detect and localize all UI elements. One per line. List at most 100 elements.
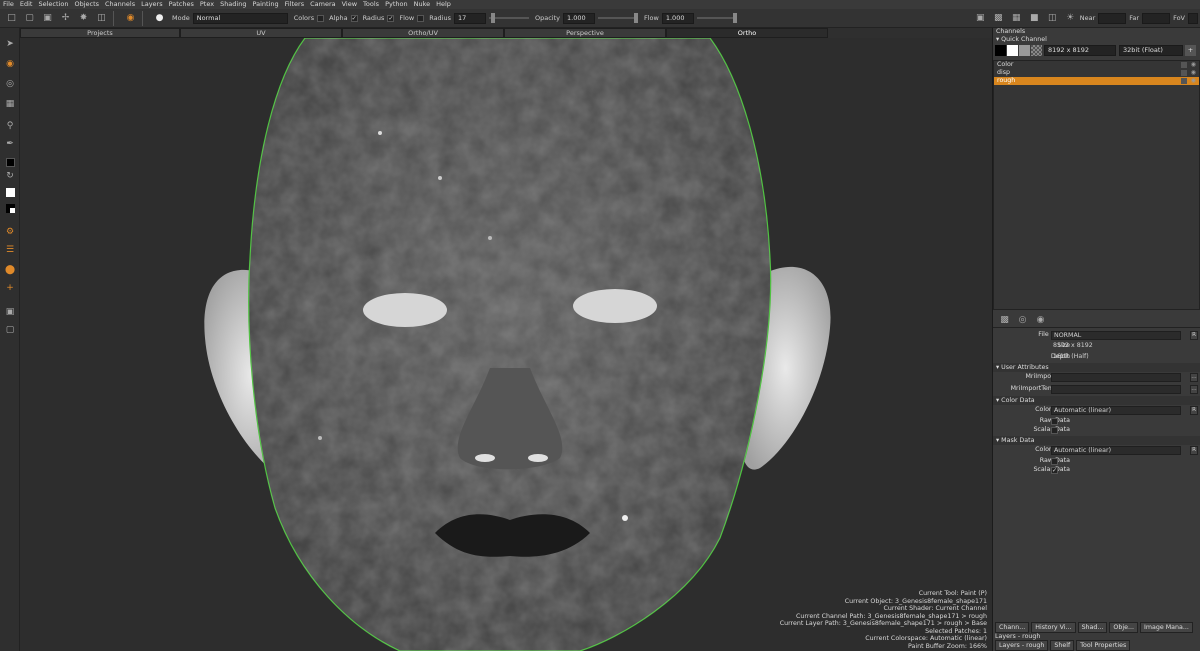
tab-projects[interactable]: Projects — [20, 28, 180, 38]
tab-uv[interactable]: UV — [180, 28, 342, 38]
menu-patches[interactable]: Patches — [169, 0, 194, 9]
black-swatch[interactable] — [995, 45, 1006, 56]
panel-tab-0[interactable]: Chann... — [995, 622, 1030, 633]
bottom-tab-1[interactable]: Shelf — [1050, 640, 1075, 651]
default-colors-icon[interactable] — [3, 202, 17, 214]
file-space-dropdown[interactable]: NORMAL — [1051, 331, 1181, 340]
channel-tool-icon-3[interactable]: ◉ — [1034, 313, 1047, 326]
user-attributes-header[interactable]: ▾ User Attributes — [993, 363, 1200, 372]
color-colorspace-dropdown[interactable]: Automatic (linear) — [1051, 406, 1181, 415]
color-colorspace-reset[interactable]: R — [1190, 406, 1198, 415]
save-file-icon[interactable]: ▣ — [41, 12, 54, 25]
projection-tool-icon[interactable]: ⚙ — [3, 226, 17, 238]
channel-size-dropdown[interactable]: 8192 x 8192 — [1044, 45, 1116, 56]
menu-nuke[interactable]: Nuke — [414, 0, 431, 9]
quick-channel-header[interactable]: ▾ Quick Channel — [993, 36, 1200, 44]
menu-layers[interactable]: Layers — [141, 0, 163, 9]
mask-data-header[interactable]: ▾ Mask Data — [993, 436, 1200, 445]
radius-field[interactable]: 17 — [454, 12, 486, 24]
brush-preset-icon[interactable]: ● — [153, 12, 166, 25]
menu-tools[interactable]: Tools — [363, 0, 379, 9]
snapshot-icon[interactable]: ▢ — [3, 324, 17, 336]
menu-objects[interactable]: Objects — [74, 0, 99, 9]
visibility-icon[interactable]: ◉ — [1191, 77, 1196, 85]
select-tool-icon[interactable]: ◫ — [95, 12, 108, 25]
paint-brush-icon[interactable]: ◉ — [124, 12, 137, 25]
menu-file[interactable]: File — [3, 0, 14, 9]
transform-tool-icon[interactable]: ✸ — [77, 12, 90, 25]
tab-ortho-uv[interactable]: Ortho/UV — [342, 28, 504, 38]
color-scalar-data-checkbox[interactable] — [1051, 427, 1058, 434]
new-file-icon[interactable]: □ — [5, 12, 18, 25]
tab-perspective[interactable]: Perspective — [504, 28, 666, 38]
background-color-swatch[interactable] — [3, 186, 17, 198]
menu-shading[interactable]: Shading — [220, 0, 246, 9]
menu-python[interactable]: Python — [385, 0, 408, 9]
mode-dropdown[interactable]: Normal — [192, 12, 288, 24]
menu-view[interactable]: View — [342, 0, 357, 9]
flow-checkbox[interactable] — [417, 14, 425, 22]
bottom-tab-2[interactable]: Tool Properties — [1076, 640, 1131, 651]
bottom-tab-0[interactable]: Layers - rough — [995, 640, 1049, 651]
add-channel-button[interactable]: + — [1185, 45, 1196, 56]
mask-colorspace-reset[interactable]: R — [1190, 446, 1198, 455]
menu-painting[interactable]: Painting — [252, 0, 278, 9]
plus-tool-icon[interactable]: + — [3, 282, 17, 294]
menu-camera[interactable]: Camera — [310, 0, 336, 9]
tab-ortho[interactable]: Ortho — [666, 28, 828, 38]
panel-tab-1[interactable]: History Vi... — [1031, 622, 1076, 633]
flow-field[interactable]: 1.000 — [661, 12, 694, 24]
panel-tab-3[interactable]: Obje... — [1109, 622, 1139, 633]
radius-checkbox[interactable]: ✓ — [387, 14, 395, 22]
mask-scalar-data-checkbox[interactable]: ✓ — [1051, 467, 1058, 474]
paint-tool-icon[interactable]: ◉ — [3, 58, 17, 70]
foreground-color-swatch[interactable] — [3, 156, 17, 168]
light-icon[interactable]: ☀ — [1064, 12, 1077, 25]
viewport-icon-2[interactable]: ▩ — [992, 12, 1005, 25]
cube-icon[interactable]: ■ — [1028, 12, 1041, 25]
menu-ptex[interactable]: Ptex — [200, 0, 214, 9]
mri-import-path-field[interactable] — [1051, 373, 1181, 382]
grid-icon[interactable]: ▦ — [1010, 12, 1023, 25]
visibility-icon[interactable]: ◉ — [1191, 69, 1196, 77]
panel-tab-4[interactable]: Image Mana... — [1140, 622, 1193, 633]
opacity-slider[interactable] — [598, 13, 639, 23]
viewport-icon-1[interactable]: ▣ — [974, 12, 987, 25]
eraser-tool-icon[interactable]: ◎ — [3, 78, 17, 90]
grey-swatch[interactable] — [1019, 45, 1030, 56]
channel-item-disp[interactable]: disp ◉ — [994, 69, 1199, 77]
browse-path-button[interactable]: … — [1190, 373, 1198, 382]
menu-filters[interactable]: Filters — [285, 0, 304, 9]
menu-help[interactable]: Help — [436, 0, 451, 9]
mask-colorspace-dropdown[interactable]: Automatic (linear) — [1051, 446, 1181, 455]
flow-slider[interactable] — [696, 13, 737, 23]
color-data-header[interactable]: ▾ Color Data — [993, 396, 1200, 405]
channel-depth-dropdown[interactable]: 32bit (Float) — [1119, 45, 1183, 56]
far-field[interactable] — [1142, 12, 1171, 24]
channel-tool-icon-1[interactable]: ▩ — [998, 313, 1011, 326]
menu-channels[interactable]: Channels — [105, 0, 135, 9]
fov-field[interactable] — [1188, 12, 1198, 24]
channel-item-color[interactable]: Color ◉ — [994, 61, 1199, 69]
checker-swatch[interactable] — [1031, 45, 1042, 56]
colors-checkbox[interactable] — [317, 14, 325, 22]
near-field[interactable] — [1098, 12, 1127, 24]
menu-edit[interactable]: Edit — [20, 0, 33, 9]
reset-button[interactable]: R — [1190, 331, 1198, 340]
ortho-viewport[interactable]: Current Tool: Paint (P) Current Object: … — [20, 38, 992, 651]
open-file-icon[interactable]: ▢ — [23, 12, 36, 25]
layer-stack-icon[interactable]: ☰ — [3, 244, 17, 256]
color-raw-data-checkbox[interactable] — [1051, 418, 1058, 425]
visibility-icon[interactable]: ◉ — [1191, 61, 1196, 69]
move-tool-icon[interactable]: ✢ — [59, 12, 72, 25]
wireframe-icon[interactable]: ◫ — [1046, 12, 1059, 25]
mask-raw-data-checkbox[interactable] — [1051, 458, 1058, 465]
channel-item-rough[interactable]: rough ◉ — [994, 77, 1199, 85]
eyedropper-icon[interactable]: ✒ — [3, 138, 17, 150]
brush-dot-icon[interactable]: ⬤ — [3, 264, 17, 276]
panel-tab-2[interactable]: Shad... — [1077, 622, 1108, 633]
swap-colors-icon[interactable]: ↻ — [3, 170, 17, 182]
mri-import-template-field[interactable] — [1051, 385, 1181, 394]
white-swatch[interactable] — [1007, 45, 1018, 56]
menu-selection[interactable]: Selection — [38, 0, 68, 9]
